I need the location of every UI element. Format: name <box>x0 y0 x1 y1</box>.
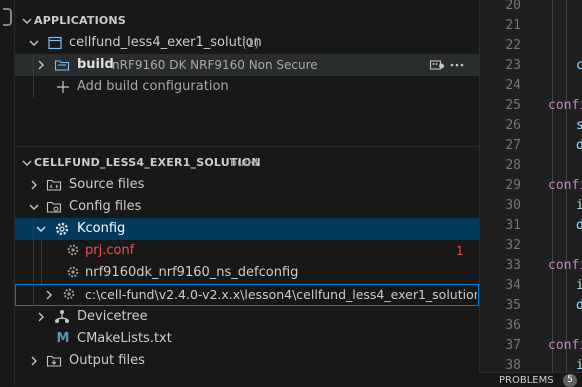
line-number: 20 <box>505 0 521 13</box>
chevron-right-icon[interactable] <box>41 284 57 306</box>
source-folder-icon <box>46 177 62 193</box>
build-row[interactable]: build nRF9160 DK NRF9160 Non Secure <box>15 54 479 76</box>
line-number: 23 <box>505 58 521 73</box>
problems-tab[interactable]: PROBLEMS <box>499 375 554 387</box>
chevron-down-icon[interactable] <box>26 32 42 54</box>
code-line: i <box>576 278 582 293</box>
app-count: (1) <box>242 36 259 50</box>
chevron-down-icon <box>19 10 35 32</box>
activity-icon[interactable] <box>3 8 12 26</box>
activity-bar <box>0 0 15 386</box>
line-number: 37 <box>505 338 521 353</box>
build-description: nRF9160 DK NRF9160 Non Secure <box>112 58 318 72</box>
code-line: confi <box>548 258 582 273</box>
section-divider <box>15 146 479 147</box>
tree-item-label: c:\cell-fund\v2.4.0-v2.x.x\lesson4\cellf… <box>85 287 477 302</box>
add-icon <box>55 79 71 95</box>
app-row[interactable]: cellfund_less4_exer1_solution (1) <box>15 32 479 54</box>
applications-title: APPLICATIONS <box>34 14 126 27</box>
line-number: 26 <box>505 118 521 133</box>
applications-section-header[interactable]: APPLICATIONS <box>15 10 479 32</box>
line-number: 27 <box>505 138 521 153</box>
line-number: 31 <box>505 218 521 233</box>
devicetree-icon <box>54 309 70 325</box>
chevron-down-icon <box>19 152 35 174</box>
gear-icon <box>66 243 82 259</box>
line-number: 28 <box>505 158 521 173</box>
line-number: 35 <box>505 298 521 313</box>
tree-item-label: Config files <box>69 199 142 214</box>
code-line: d <box>576 218 582 233</box>
chevron-right-icon[interactable] <box>26 174 42 196</box>
cmake-file-icon: M <box>56 331 70 346</box>
line-number: 30 <box>505 198 521 213</box>
line-number: 34 <box>505 278 521 293</box>
tree-item-kconfig-path[interactable]: c:\cell-fund\v2.4.0-v2.x.x\lesson4\cellf… <box>15 284 479 306</box>
project-title: CELLFUND_LESS4_EXER1_SOLUTION <box>34 156 261 169</box>
code-editor[interactable]: 20 21 22 23 c 24 25 confi 26 s 27 d 28 29 confi 30 i 31 d 3… <box>479 0 582 386</box>
tree-item-kconfig[interactable]: Kconfig <box>15 218 479 240</box>
line-number: 33 <box>505 258 521 273</box>
chevron-down-icon[interactable] <box>26 196 42 218</box>
build-folder-icon <box>54 57 70 73</box>
tree-item-config-files[interactable]: Config files <box>15 196 479 218</box>
project-section-header[interactable]: CELLFUND_LESS4_EXER1_SOLUTION build <box>15 152 479 174</box>
tree-item-label: Source files <box>69 177 145 192</box>
code-line: c <box>576 58 582 73</box>
app-name: cellfund_less4_exer1_solution <box>69 35 262 50</box>
code-line: confi <box>548 178 582 193</box>
line-number: 24 <box>505 78 521 93</box>
line-number: 29 <box>505 178 521 193</box>
error-count-badge: 1 <box>456 244 464 258</box>
tree-item-label: nrf9160dk_nrf9160_ns_defconfig <box>85 265 299 280</box>
application-window-icon <box>47 35 63 51</box>
add-build-label: Add build configuration <box>77 79 229 94</box>
line-number: 36 <box>505 318 521 333</box>
tree-item-label: Output files <box>69 353 145 368</box>
code-line: confi <box>548 338 582 353</box>
tree-item-label: CMakeLists.txt <box>77 331 172 346</box>
tree-item-label: prj.conf <box>85 243 135 258</box>
board-settings-icon[interactable] <box>429 57 445 73</box>
code-line: d <box>576 138 582 153</box>
gear-icon <box>66 265 82 281</box>
tree-item-label: Kconfig <box>77 221 126 236</box>
line-number: 38 <box>505 358 521 373</box>
line-number: 22 <box>505 38 521 53</box>
gear-icon <box>54 221 70 237</box>
tree-item-source-files[interactable]: Source files <box>15 174 479 196</box>
build-name: build <box>77 57 114 72</box>
line-number: 21 <box>505 18 521 33</box>
more-actions-icon[interactable] <box>449 57 465 73</box>
line-number: 25 <box>505 98 521 113</box>
chevron-down-icon[interactable] <box>33 218 49 240</box>
chevron-right-icon[interactable] <box>33 306 49 328</box>
code-line: i <box>576 198 582 213</box>
tree-item-label: Devicetree <box>77 309 148 324</box>
gear-icon <box>62 287 78 303</box>
add-build-configuration[interactable]: Add build configuration <box>15 76 479 98</box>
tree-item-cmakelists[interactable]: M CMakeLists.txt <box>15 328 479 350</box>
project-build-label: build <box>230 156 259 169</box>
output-folder-icon <box>46 353 62 369</box>
code-line: d <box>576 298 582 313</box>
line-number: 32 <box>505 238 521 253</box>
code-line: i <box>576 358 582 373</box>
problems-count-badge: 5 <box>563 374 577 387</box>
chevron-right-icon[interactable] <box>26 350 42 372</box>
config-folder-icon <box>46 199 62 215</box>
tree-item-prj-conf[interactable]: prj.conf 1 <box>15 240 479 262</box>
code-line: confi <box>548 98 582 113</box>
sidebar-panel: APPLICATIONS cellfund_less4_exer1_soluti… <box>15 0 479 386</box>
chevron-right-icon[interactable] <box>33 54 49 76</box>
tree-item-output-files[interactable]: Output files <box>15 350 479 372</box>
tree-item-devicetree[interactable]: Devicetree <box>15 306 479 328</box>
tree-item-defconfig[interactable]: nrf9160dk_nrf9160_ns_defconfig <box>15 262 479 284</box>
code-line: s <box>576 118 582 133</box>
panel-tab-bar: PROBLEMS 5 <box>479 372 582 387</box>
